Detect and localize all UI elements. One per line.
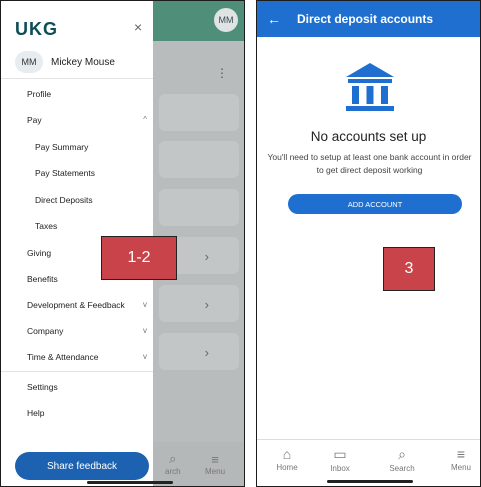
home-icon: ⌂ [282,446,292,462]
right-phone-screenshot: ← Direct deposit accounts No accounts se… [256,0,481,487]
menu-item-time-attendance[interactable]: Time & Attendance v [27,352,147,362]
bottom-tab-search[interactable]: ⌕ Search [382,446,422,473]
menu-item-settings[interactable]: Settings [27,382,147,392]
chevron-down-icon: v [143,326,147,335]
menu-item-label: Pay Summary [35,142,89,152]
menu-item-label: Pay Statements [35,168,96,178]
home-indicator [87,481,173,484]
menu-item-company[interactable]: Company v [27,326,147,336]
menu-item-development-feedback[interactable]: Development & Feedback v [27,300,147,310]
user-profile-row[interactable]: MM Mickey Mouse [15,51,115,73]
search-icon: ⌕ [169,451,177,466]
bottom-tab-menu: ≡ Menu [205,452,225,476]
menu-item-label: Development & Feedback [27,300,125,310]
tab-label: arch [165,467,181,476]
home-indicator [327,480,413,483]
menu-icon: ≡ [456,446,466,462]
tab-label: Search [389,464,415,473]
menu-item-label: Company [27,326,64,336]
back-arrow-icon[interactable]: ← [267,11,281,27]
app-header: ← Direct deposit accounts [257,1,480,37]
background-card [159,141,239,178]
menu-item-pay-summary[interactable]: Pay Summary [35,142,155,152]
empty-state-title: No accounts set up [310,129,427,144]
chevron-down-icon: v [143,352,147,361]
empty-state-description: You'll need to setup at least one bank a… [267,152,472,175]
chevron-up-icon: ^ [143,115,147,124]
left-phone-screenshot: MM ⋮ › › › ⌕ arch ≡ Menu UKG × MM Mickey… [0,0,245,487]
step-callout-1-2: 1-2 [101,236,177,280]
page-title: Direct deposit accounts [297,12,434,26]
menu-item-pay[interactable]: Pay ^ [27,115,147,125]
menu-item-label: Time & Attendance [27,352,99,362]
chevron-right-icon: › [204,297,209,312]
bottom-nav: ⌂ Home ▭ Inbox ⌕ Search ≡ Menu [257,439,480,486]
menu-item-label: Profile [27,89,52,99]
menu-item-label: Taxes [35,221,58,231]
background-card: › [159,285,239,322]
chevron-right-icon: › [204,249,209,264]
user-name: Mickey Mouse [51,56,115,68]
add-account-button[interactable]: ADD ACCOUNT [288,194,462,214]
chevron-right-icon: › [204,345,209,360]
bank-icon [346,63,394,111]
tab-label: Inbox [330,464,350,473]
header-avatar[interactable]: MM [214,8,238,32]
inbox-icon: ▭ [333,446,347,462]
tab-label: Home [276,463,298,472]
search-icon: ⌕ [398,446,406,462]
tab-label: Menu [450,463,471,472]
menu-item-label: Giving [27,248,52,258]
menu-item-label: Pay [27,115,42,125]
menu-item-label: Benefits [27,274,58,284]
background-card: › [159,333,239,370]
background-card [159,189,239,226]
tab-label: Menu [205,467,226,476]
menu-item-pay-statements[interactable]: Pay Statements [35,168,155,178]
share-feedback-button[interactable]: Share feedback [15,452,149,480]
menu-item-label: Direct Deposits [35,195,93,205]
divider [1,78,153,79]
step-callout-3: 3 [383,247,435,291]
menu-item-label: Help [27,408,45,418]
menu-item-label: Settings [27,382,58,392]
bottom-tab-search: ⌕ arch [165,451,181,476]
bottom-tab-home[interactable]: ⌂ Home [267,446,307,472]
avatar: MM [15,51,43,73]
divider [1,371,153,372]
bottom-tab-menu[interactable]: ≡ Menu [441,446,480,472]
menu-item-help[interactable]: Help [27,408,147,418]
ukg-logo: UKG [15,19,58,39]
menu-item-taxes[interactable]: Taxes [35,221,155,231]
menu-icon: ≡ [211,452,219,467]
menu-item-profile[interactable]: Profile [27,89,147,99]
background-card [159,94,239,131]
bottom-tab-inbox[interactable]: ▭ Inbox [320,446,360,473]
menu-item-direct-deposits[interactable]: Direct Deposits [35,195,155,205]
more-options-icon[interactable]: ⋮ [216,67,228,79]
chevron-down-icon: v [143,300,147,309]
close-icon[interactable]: × [134,19,142,35]
